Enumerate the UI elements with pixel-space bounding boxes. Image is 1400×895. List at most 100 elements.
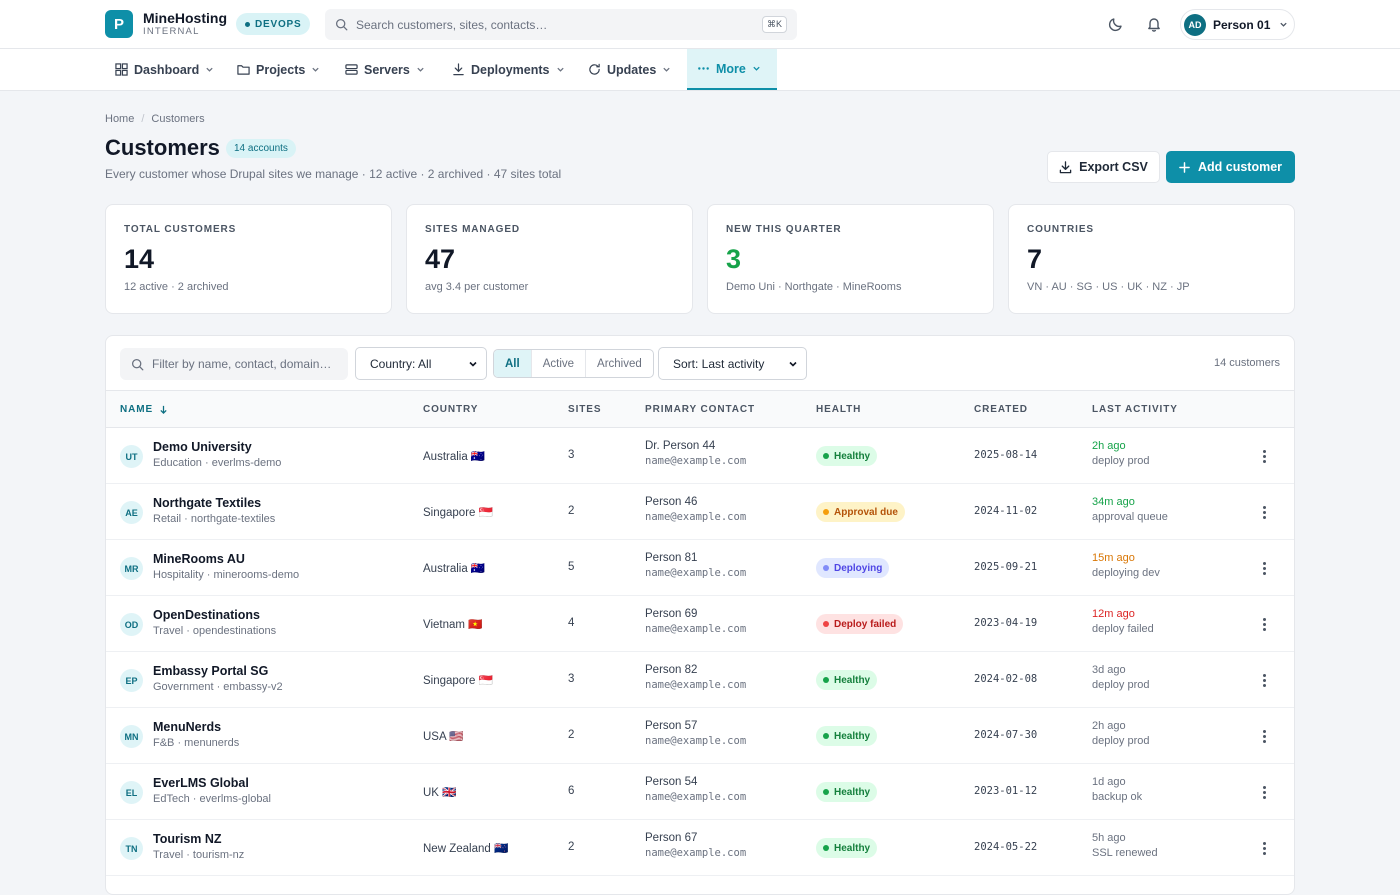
customer-name[interactable]: OpenDestinations	[153, 608, 276, 622]
contact-email[interactable]: name@example.com	[645, 567, 746, 579]
created-date: 2023-04-19	[974, 617, 1038, 629]
customer-sites-count: 5	[568, 561, 575, 573]
sort-arrow-down-icon	[160, 405, 167, 414]
chevron-down-icon	[556, 67, 564, 72]
column-header-primary-contact[interactable]: PRIMARY CONTACT	[645, 404, 755, 415]
nav-updates[interactable]: Updates	[578, 49, 681, 90]
nav-projects[interactable]: Projects	[227, 49, 330, 90]
column-header-name[interactable]: NAME	[120, 404, 168, 415]
column-header-created[interactable]: CREATED	[974, 404, 1028, 415]
dashboard-icon	[115, 63, 128, 76]
row-actions-kebab-icon[interactable]	[1256, 672, 1272, 688]
country-select[interactable]: Country: All	[355, 347, 487, 380]
customer-sites-count: 4	[568, 617, 575, 629]
plus-icon	[1179, 161, 1190, 173]
last-activity-cell: 2h ago deploy prod	[1092, 720, 1150, 747]
export-csv-label: Export CSV	[1079, 160, 1148, 174]
customer-name-cell: MenuNerds F&B · menunerds	[153, 720, 239, 749]
contact-name: Person 81	[645, 552, 698, 564]
customer-name[interactable]: MenuNerds	[153, 720, 239, 734]
last-activity-time: 15m ago	[1092, 552, 1135, 564]
created-date: 2024-07-30	[974, 729, 1038, 741]
filter-input[interactable]: Filter by name, contact, domain…	[120, 348, 348, 380]
nav-label: Dashboard	[134, 62, 200, 77]
table-row[interactable]: OD OpenDestinations Travel · opendestinati…	[106, 596, 1294, 652]
customer-sites-count: 2	[568, 505, 575, 517]
page-title: Customers	[105, 135, 220, 160]
chevron-down-icon	[469, 361, 477, 367]
customer-name[interactable]: MineRooms AU	[153, 552, 299, 566]
sort-select[interactable]: Sort: Last activity	[658, 347, 807, 380]
customer-avatar: MN	[120, 725, 143, 748]
export-csv-button[interactable]: Export CSV	[1047, 151, 1160, 183]
customer-name[interactable]: Tourism NZ	[153, 832, 244, 846]
chevron-down-icon	[1280, 22, 1287, 27]
table-row[interactable]: MN MenuNerds F&B · menunerds USA 🇺🇸 2 Person …	[106, 708, 1294, 764]
app-logo[interactable]: P	[105, 10, 133, 38]
last-activity-event: deploy prod	[1092, 735, 1150, 747]
column-header-country[interactable]: COUNTRY	[423, 404, 478, 415]
row-actions-kebab-icon[interactable]	[1256, 616, 1272, 632]
contact-email[interactable]: name@example.com	[645, 623, 746, 635]
primary-contact-cell: Person 82 name@example.com	[645, 664, 746, 691]
country-select-value: Country: All	[370, 356, 432, 371]
table-row[interactable]: MR MineRooms AU Hospitality · minerooms-de…	[106, 540, 1294, 596]
row-actions-kebab-icon[interactable]	[1256, 448, 1272, 464]
customer-industry-slug: Travel · opendestinations	[153, 625, 277, 637]
customer-name[interactable]: Embassy Portal SG	[153, 664, 283, 678]
row-actions-kebab-icon[interactable]	[1256, 784, 1272, 800]
customer-industry-slug: Travel · tourism-nz	[153, 849, 245, 861]
row-actions-kebab-icon[interactable]	[1256, 728, 1272, 744]
customer-name[interactable]: Northgate Textiles	[153, 496, 275, 510]
top-bar: P MineHosting INTERNAL DEVOPS Search cus…	[0, 0, 1400, 49]
health-label: Healthy	[834, 730, 871, 742]
column-header-health[interactable]: HEALTH	[816, 404, 861, 415]
contact-name: Person 57	[645, 720, 698, 732]
contact-email[interactable]: name@example.com	[645, 679, 746, 691]
contact-email[interactable]: name@example.com	[645, 847, 746, 859]
contact-email[interactable]: name@example.com	[645, 511, 746, 523]
customer-name[interactable]: Demo University	[153, 440, 281, 454]
stat-label: SITES MANAGED	[425, 224, 521, 235]
nav-servers[interactable]: Servers	[335, 49, 435, 90]
brand[interactable]: MineHosting INTERNAL	[143, 11, 227, 38]
dark-mode-toggle[interactable]	[1106, 14, 1126, 34]
health-label: Healthy	[834, 842, 871, 854]
customer-name[interactable]: EverLMS Global	[153, 776, 271, 790]
row-actions-kebab-icon[interactable]	[1256, 560, 1272, 576]
environment-badge: DEVOPS	[236, 13, 311, 35]
table-row[interactable]: EL EverLMS Global EdTech · everlms-global U…	[106, 764, 1294, 820]
status-tab-all[interactable]: All	[494, 350, 532, 377]
contact-email[interactable]: name@example.com	[645, 735, 746, 747]
add-customer-button[interactable]: Add customer	[1166, 151, 1295, 183]
row-actions-kebab-icon[interactable]	[1256, 504, 1272, 520]
nav-more[interactable]: More	[687, 49, 777, 90]
column-header-label: PRIMARY CONTACT	[645, 404, 755, 415]
last-activity-event: deploy prod	[1092, 679, 1150, 691]
nav-dashboard[interactable]: Dashboard	[105, 49, 224, 90]
last-activity-cell: 15m ago deploying dev	[1092, 552, 1160, 579]
contact-email[interactable]: name@example.com	[645, 791, 746, 803]
stat-value: 14	[124, 244, 155, 274]
user-menu-button[interactable]: AD Person 01	[1180, 9, 1295, 40]
status-filter-tabs: All Active Archived	[493, 349, 654, 378]
table-row[interactable]: UT Demo University Education · everlms-dem…	[106, 428, 1294, 484]
status-tab-active[interactable]: Active	[532, 350, 587, 377]
page-subtitle: Every customer whose Drupal sites we man…	[105, 167, 562, 181]
table-row[interactable]: EP Embassy Portal SG Government · embassy-…	[106, 652, 1294, 708]
status-tab-archived[interactable]: Archived	[586, 350, 653, 377]
notifications-button[interactable]	[1144, 14, 1164, 34]
table-row[interactable]: TN Tourism NZ Travel · tourism-nz New Zeala…	[106, 820, 1294, 876]
row-actions-kebab-icon[interactable]	[1256, 840, 1272, 856]
table-row[interactable]: AE Northgate Textiles Retail · northgate-t…	[106, 484, 1294, 540]
column-header-last-activity[interactable]: LAST ACTIVITY	[1092, 404, 1178, 415]
last-activity-time: 2h ago	[1092, 440, 1126, 452]
breadcrumb-home[interactable]: Home	[105, 113, 134, 125]
table-header: NAME COUNTRY SITES PRIMARY CONTACT HEALT…	[106, 390, 1294, 428]
nav-label: Projects	[256, 62, 306, 77]
contact-email[interactable]: name@example.com	[645, 455, 746, 467]
column-header-sites[interactable]: SITES	[568, 404, 601, 415]
global-search-input[interactable]: Search customers, sites, contacts… ⌘K	[325, 9, 797, 40]
nav-deployments[interactable]: Deployments	[442, 49, 575, 90]
customer-sites-count: 2	[568, 841, 575, 853]
